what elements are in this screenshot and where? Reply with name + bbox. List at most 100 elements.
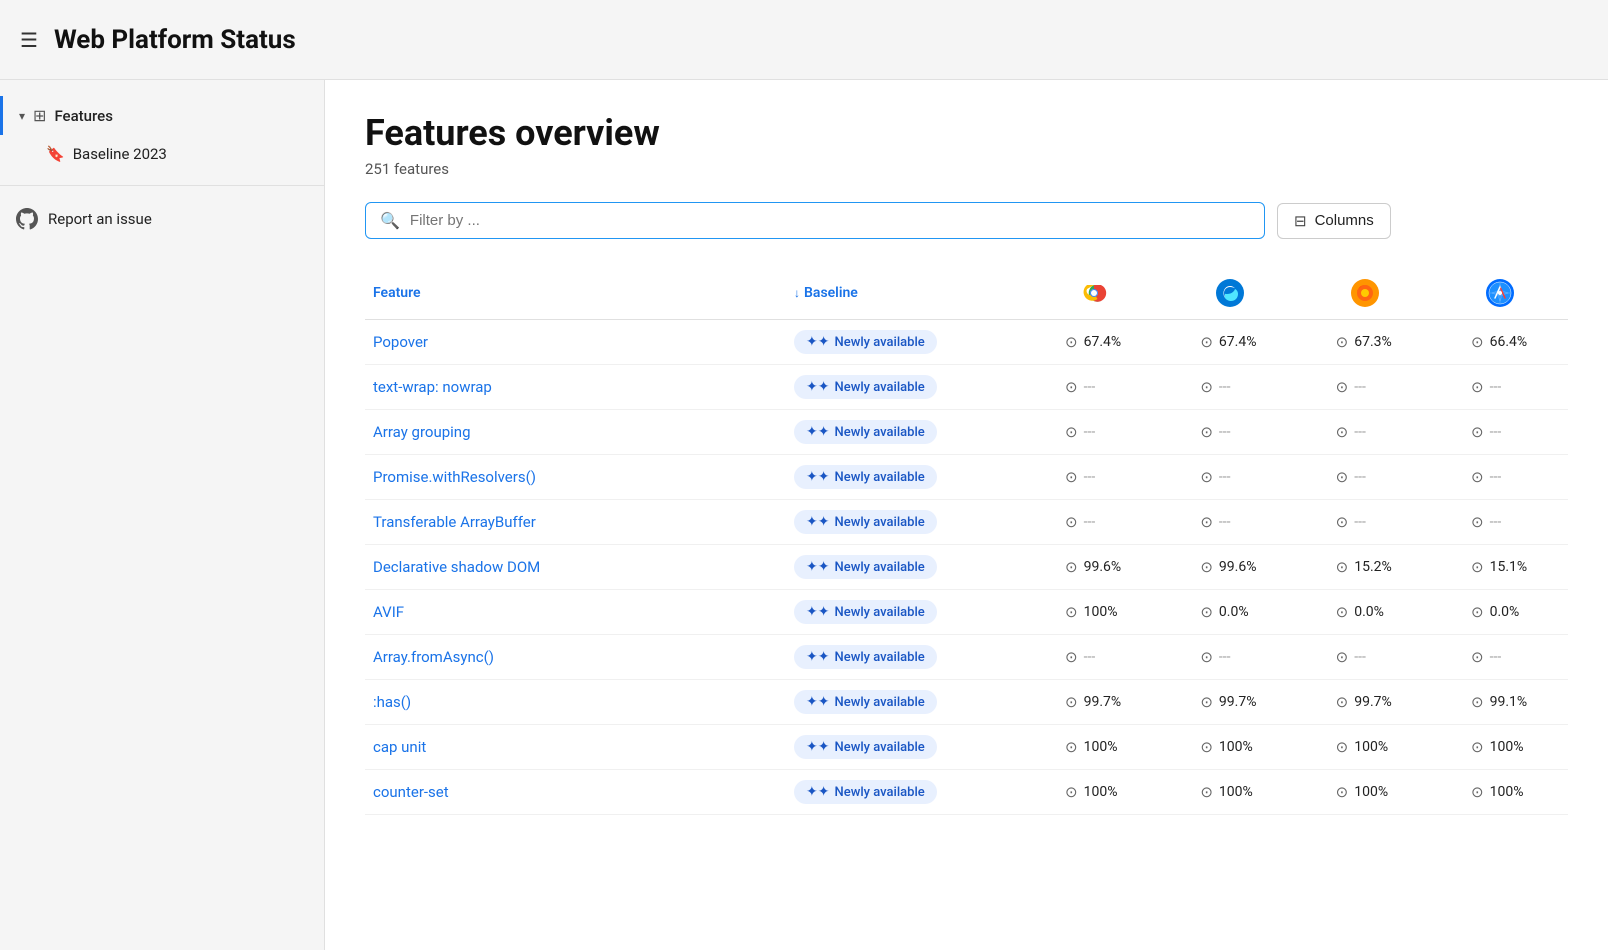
table-row: Promise.withResolvers() ✦✦ Newly availabl… xyxy=(365,455,1568,500)
check-icon: ⊙ xyxy=(1471,423,1484,441)
baseline-cell: ✦✦ Newly available xyxy=(786,590,1027,635)
check-icon: ⊙ xyxy=(1065,603,1078,621)
columns-icon: ⊟ xyxy=(1294,212,1307,230)
feature-link[interactable]: counter-set xyxy=(373,783,449,801)
safari-icon-header xyxy=(1441,279,1560,307)
feature-link[interactable]: cap unit xyxy=(373,738,426,756)
check-icon: ⊙ xyxy=(1336,648,1349,666)
check-icon: ⊙ xyxy=(1471,783,1484,801)
firefox-value: --- xyxy=(1354,469,1394,485)
chrome-cell: ⊙--- xyxy=(1027,410,1162,455)
feature-link[interactable]: Transferable ArrayBuffer xyxy=(373,513,536,531)
filter-search-icon: 🔍 xyxy=(380,211,400,230)
safari-cell: ⊙100% xyxy=(1433,725,1568,770)
feature-link[interactable]: Array.fromAsync() xyxy=(373,648,494,666)
newly-available-badge: ✦✦ Newly available xyxy=(794,465,937,489)
edge-cell: ⊙ 100% xyxy=(1162,770,1297,815)
filter-input[interactable] xyxy=(410,212,1250,229)
edge-value: --- xyxy=(1219,424,1259,440)
firefox-cell: ⊙0.0% xyxy=(1297,590,1432,635)
columns-button[interactable]: ⊟ Columns xyxy=(1277,203,1391,239)
th-baseline[interactable]: ↓ Baseline xyxy=(786,267,1027,320)
hamburger-icon[interactable]: ☰ xyxy=(20,28,38,52)
safari-value: --- xyxy=(1490,649,1530,665)
sort-icon: ↓ xyxy=(794,286,800,300)
feature-link[interactable]: text-wrap: nowrap xyxy=(373,378,492,396)
columns-label: Columns xyxy=(1315,212,1374,229)
feature-name-cell: :has() xyxy=(365,680,786,725)
edge-value: --- xyxy=(1219,649,1259,665)
check-icon: ⊙ xyxy=(1336,693,1349,711)
safari-cell: ⊙--- xyxy=(1433,635,1568,680)
table-row: Array.fromAsync()✦✦ Newly available⊙---⊙… xyxy=(365,635,1568,680)
check-icon: ⊙ xyxy=(1065,378,1078,396)
check-icon: ⊙ xyxy=(1200,648,1213,666)
edge-value: --- xyxy=(1219,379,1259,395)
feature-name-cell: Array grouping xyxy=(365,410,786,455)
check-icon: ⊙ xyxy=(1336,513,1349,531)
edge-value: 99.6% xyxy=(1219,559,1259,575)
table-row: cap unit✦✦ Newly available⊙100%⊙100%⊙100… xyxy=(365,725,1568,770)
sidebar-item-report[interactable]: Report an issue xyxy=(0,198,324,240)
feature-link[interactable]: Popover xyxy=(373,333,428,351)
check-icon: ⊙ xyxy=(1336,333,1349,351)
safari-cell: ⊙--- xyxy=(1433,365,1568,410)
th-safari xyxy=(1433,267,1568,320)
sidebar-item-baseline[interactable]: 🔖 Baseline 2023 xyxy=(0,135,324,173)
main-content: Features overview 251 features 🔍 ⊟ Colum… xyxy=(325,80,1608,950)
main-layout: ▾ ⊞ Features 🔖 Baseline 2023 Report an i… xyxy=(0,80,1608,950)
page-title: Features overview xyxy=(365,112,1568,154)
sidebar-report-label: Report an issue xyxy=(48,210,152,228)
check-icon: ⊙ xyxy=(1200,378,1213,396)
baseline-cell: ✦✦ Newly available xyxy=(786,680,1027,725)
feature-link[interactable]: AVIF xyxy=(373,603,404,621)
feature-name-cell: Array.fromAsync() xyxy=(365,635,786,680)
firefox-value: 15.2% xyxy=(1354,559,1394,575)
check-icon: ⊙ xyxy=(1336,603,1349,621)
chrome-cell: ⊙100% xyxy=(1027,725,1162,770)
features-table: Feature ↓ Baseline xyxy=(365,267,1568,815)
firefox-value: 67.3% xyxy=(1354,334,1394,350)
chrome-cell: ⊙100% xyxy=(1027,590,1162,635)
th-feature[interactable]: Feature xyxy=(365,267,786,320)
sparkle-icon: ✦✦ xyxy=(806,514,829,530)
firefox-cell: ⊙--- xyxy=(1297,365,1432,410)
newly-available-badge: ✦✦ Newly available xyxy=(794,510,937,534)
check-icon: ⊙ xyxy=(1065,333,1078,351)
feature-link[interactable]: Declarative shadow DOM xyxy=(373,558,540,576)
firefox-cell: ⊙--- xyxy=(1297,635,1432,680)
firefox-value: 99.7% xyxy=(1354,694,1394,710)
check-icon: ⊙ xyxy=(1471,333,1484,351)
edge-value: 100% xyxy=(1219,784,1259,800)
th-edge xyxy=(1162,267,1297,320)
sidebar-item-features[interactable]: ▾ ⊞ Features xyxy=(0,96,324,135)
check-icon: ⊙ xyxy=(1200,783,1213,801)
feature-name-cell: text-wrap: nowrap xyxy=(365,365,786,410)
check-icon: ⊙ xyxy=(1200,423,1213,441)
feature-link[interactable]: Array grouping xyxy=(373,423,471,441)
edge-cell: ⊙ --- xyxy=(1162,365,1297,410)
firefox-cell: ⊙100% xyxy=(1297,770,1432,815)
chrome-value: --- xyxy=(1084,379,1124,395)
feature-link[interactable]: :has() xyxy=(373,693,411,711)
newly-available-badge: ✦✦ Newly available xyxy=(794,375,937,399)
sidebar-baseline-label: Baseline 2023 xyxy=(73,145,167,163)
sparkle-icon: ✦✦ xyxy=(806,559,829,575)
github-icon xyxy=(16,208,38,230)
table-row: Array grouping✦✦ Newly available⊙---⊙---… xyxy=(365,410,1568,455)
feature-link[interactable]: Promise.withResolvers() xyxy=(373,468,536,486)
chrome-value: 100% xyxy=(1084,739,1124,755)
safari-value: --- xyxy=(1490,379,1530,395)
baseline-cell: ✦✦ Newly available xyxy=(786,410,1027,455)
table-row: AVIF✦✦ Newly available⊙100%⊙0.0%⊙0.0%⊙0.… xyxy=(365,590,1568,635)
check-icon: ⊙ xyxy=(1065,693,1078,711)
table-row: Declarative shadow DOM ✦✦ Newly available… xyxy=(365,545,1568,590)
chrome-value: --- xyxy=(1084,514,1124,530)
chrome-cell: ⊙--- xyxy=(1027,635,1162,680)
newly-available-badge: ✦✦ Newly available xyxy=(794,555,937,579)
chrome-cell: ⊙67.4% xyxy=(1027,320,1162,365)
safari-value: 99.1% xyxy=(1490,694,1530,710)
chrome-cell: ⊙99.6% xyxy=(1027,545,1162,590)
check-icon: ⊙ xyxy=(1200,333,1213,351)
check-icon: ⊙ xyxy=(1200,558,1213,576)
